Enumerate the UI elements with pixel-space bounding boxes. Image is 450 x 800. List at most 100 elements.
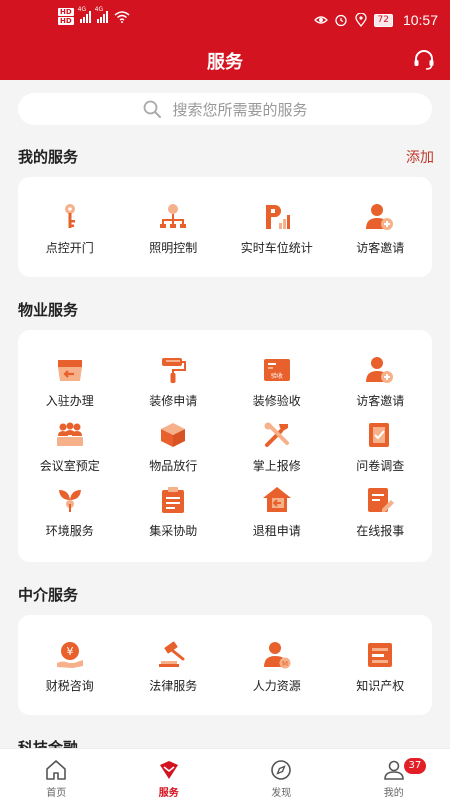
parking-stats-icon bbox=[261, 201, 293, 233]
property-services-grid: 入驻办理 装修申请 验收 装修验收 访客邀请 会议室预定 物品放行 掌上报修 问… bbox=[18, 354, 432, 549]
service-label: 退租申请 bbox=[252, 524, 301, 538]
lighting-control-icon bbox=[157, 201, 189, 233]
alarm-icon bbox=[334, 14, 347, 27]
compass-icon bbox=[271, 760, 292, 780]
hr-icon: M bbox=[261, 639, 293, 671]
hd-bottom-label: HD bbox=[58, 17, 74, 25]
clipboard-icon bbox=[157, 484, 189, 516]
service-item[interactable]: ¥ 财税咨询 bbox=[18, 639, 122, 704]
service-item[interactable]: 访客邀请 bbox=[329, 354, 433, 419]
service-label: 环境服务 bbox=[45, 524, 94, 538]
status-bar: HD HD 4G 4G 72 10:57 bbox=[0, 0, 450, 40]
section-title-agency-services: 中介服务 bbox=[18, 586, 79, 604]
service-item[interactable]: 问卷调查 bbox=[329, 419, 433, 484]
status-time: 10:57 bbox=[402, 12, 438, 28]
hd-indicator: HD HD bbox=[58, 8, 74, 25]
service-item[interactable]: 法律服务 bbox=[122, 639, 226, 704]
eye-icon bbox=[313, 16, 328, 24]
service-label: 会议室预定 bbox=[39, 459, 100, 473]
service-item[interactable]: 环境服务 bbox=[18, 484, 122, 549]
tab-label: 首页 bbox=[46, 788, 67, 799]
notification-badge: 37 bbox=[403, 758, 427, 774]
service-label: 问卷调查 bbox=[356, 459, 405, 473]
move-out-icon bbox=[261, 484, 293, 516]
service-label: 访客邀请 bbox=[356, 241, 405, 255]
service-label: 实时车位统计 bbox=[240, 241, 313, 255]
search-placeholder: 搜索您所需要的服务 bbox=[172, 100, 308, 119]
service-label: 访客邀请 bbox=[356, 394, 405, 408]
service-item[interactable]: 验收 装修验收 bbox=[225, 354, 329, 419]
service-label: 掌上报修 bbox=[252, 459, 301, 473]
report-edit-icon bbox=[364, 484, 396, 516]
service-label: 法律服务 bbox=[149, 679, 198, 693]
service-item[interactable]: 点控开门 bbox=[18, 201, 122, 266]
service-label: 入驻办理 bbox=[45, 394, 94, 408]
agency-services-card: ¥ 财税咨询 法律服务 M 人力资源 知识产权 bbox=[18, 615, 432, 715]
inspection-icon: 验收 bbox=[261, 354, 293, 386]
network-1-label: 4G bbox=[77, 5, 87, 13]
service-item[interactable]: 实时车位统计 bbox=[225, 201, 329, 266]
move-in-icon bbox=[54, 354, 86, 386]
survey-icon bbox=[364, 419, 396, 451]
meeting-room-icon bbox=[54, 419, 86, 451]
repair-tools-icon bbox=[261, 419, 293, 451]
visitor-invite-icon bbox=[364, 354, 396, 386]
tab-profile[interactable]: 我的 37 bbox=[338, 749, 450, 800]
my-services-card: 点控开门 照明控制 实时车位统计 访客邀请 bbox=[18, 177, 432, 277]
search-bar[interactable]: 搜索您所需要的服务 bbox=[18, 93, 432, 125]
ip-icon bbox=[364, 639, 396, 671]
status-right: 72 10:57 bbox=[313, 12, 438, 28]
service-item[interactable]: 入驻办理 bbox=[18, 354, 122, 419]
service-item[interactable]: 照明控制 bbox=[122, 201, 226, 266]
service-item[interactable]: 物品放行 bbox=[122, 419, 226, 484]
tab-label: 我的 bbox=[383, 788, 404, 799]
add-service-link[interactable]: 添加 bbox=[406, 147, 434, 167]
service-item[interactable]: 访客邀请 bbox=[329, 201, 433, 266]
inspection-tag: 验收 bbox=[271, 372, 283, 380]
location-icon bbox=[354, 13, 367, 27]
svg-text:M: M bbox=[282, 660, 288, 668]
tab-label: 发现 bbox=[271, 788, 292, 799]
svg-text:¥: ¥ bbox=[66, 645, 73, 658]
service-label: 物品放行 bbox=[149, 459, 198, 473]
tab-discover[interactable]: 发现 bbox=[225, 749, 338, 800]
signal-2-icon: 4G bbox=[95, 6, 108, 23]
service-item[interactable]: 掌上报修 bbox=[225, 419, 329, 484]
battery-indicator: 72 bbox=[373, 13, 393, 27]
visitor-invite-icon bbox=[364, 201, 396, 233]
service-item[interactable]: 装修申请 bbox=[122, 354, 226, 419]
my-services-grid: 点控开门 照明控制 实时车位统计 访客邀请 bbox=[18, 201, 432, 266]
gavel-icon bbox=[157, 639, 189, 671]
key-icon bbox=[54, 201, 86, 233]
service-icon bbox=[159, 761, 178, 779]
tab-home[interactable]: 首页 bbox=[0, 749, 113, 800]
network-2-label: 4G bbox=[94, 5, 104, 13]
customer-service-headset-icon[interactable] bbox=[412, 48, 436, 72]
finance-tax-icon: ¥ bbox=[54, 639, 86, 671]
page-title: 服务 bbox=[207, 52, 243, 73]
service-label: 装修验收 bbox=[252, 394, 301, 408]
service-item[interactable]: 在线报事 bbox=[329, 484, 433, 549]
agency-services-grid: ¥ 财税咨询 法律服务 M 人力资源 知识产权 bbox=[18, 639, 432, 704]
service-label: 人力资源 bbox=[252, 679, 301, 693]
tab-label: 服务 bbox=[158, 788, 179, 799]
service-label: 装修申请 bbox=[149, 394, 198, 408]
service-item[interactable]: M 人力资源 bbox=[225, 639, 329, 704]
service-item[interactable]: 退租申请 bbox=[225, 484, 329, 549]
service-item[interactable]: 会议室预定 bbox=[18, 419, 122, 484]
tab-service[interactable]: 服务 bbox=[113, 749, 226, 800]
service-label: 在线报事 bbox=[356, 524, 405, 538]
service-label: 点控开门 bbox=[45, 241, 94, 255]
service-item[interactable]: 集采协助 bbox=[122, 484, 226, 549]
service-label: 知识产权 bbox=[356, 679, 405, 693]
paint-roller-icon bbox=[157, 354, 189, 386]
bottom-tab-bar: 首页 服务 发现 我的 37 bbox=[0, 748, 450, 800]
home-icon bbox=[46, 760, 67, 780]
profile-icon bbox=[383, 760, 404, 780]
page-header: 服务 bbox=[0, 40, 450, 80]
service-label: 照明控制 bbox=[149, 241, 198, 255]
service-label: 集采协助 bbox=[149, 524, 198, 538]
service-item[interactable]: 知识产权 bbox=[329, 639, 433, 704]
wifi-icon bbox=[114, 10, 130, 23]
section-title-property-services: 物业服务 bbox=[18, 301, 79, 319]
